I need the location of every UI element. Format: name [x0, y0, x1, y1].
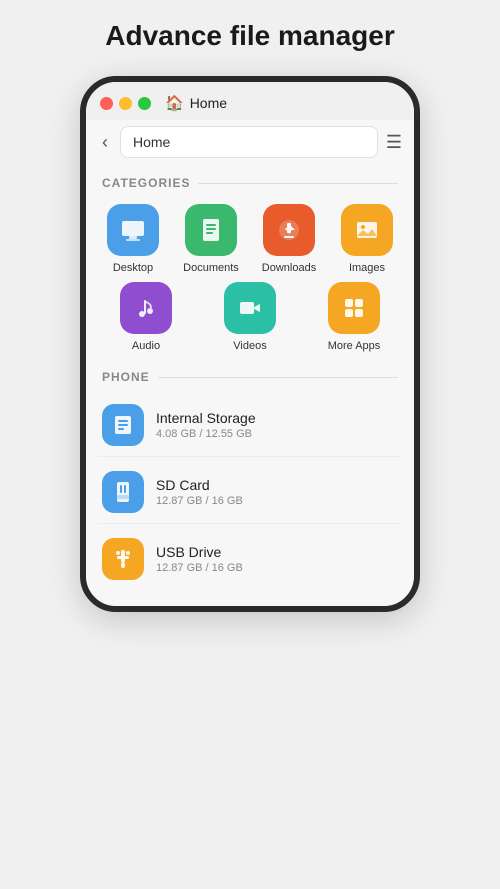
downloads-icon	[263, 204, 315, 256]
documents-icon	[185, 204, 237, 256]
storage-item-sdcard[interactable]: SD Card 12.87 GB / 16 GB	[98, 461, 402, 524]
maximize-button[interactable]	[138, 97, 151, 110]
usb-icon	[102, 538, 144, 580]
usb-size: 12.87 GB / 16 GB	[156, 562, 243, 574]
videos-icon	[224, 282, 276, 334]
home-icon: 🏠	[165, 94, 184, 112]
page-title: Advance file manager	[105, 20, 394, 52]
categories-section-label: CATEGORIES	[86, 166, 414, 196]
sdcard-info: SD Card 12.87 GB / 16 GB	[156, 477, 243, 507]
categories-grid-row2: Audio Videos	[86, 278, 414, 360]
usb-name: USB Drive	[156, 544, 243, 560]
sdcard-icon	[102, 471, 144, 513]
list-view-icon[interactable]: ☰	[386, 132, 402, 153]
internal-storage-info: Internal Storage 4.08 GB / 12.55 GB	[156, 410, 256, 440]
images-label: Images	[349, 262, 385, 274]
search-input[interactable]	[120, 126, 378, 158]
internal-storage-size: 4.08 GB / 12.55 GB	[156, 428, 256, 440]
storage-item-usb[interactable]: USB Drive 12.87 GB / 16 GB	[98, 528, 402, 590]
storage-item-internal[interactable]: Internal Storage 4.08 GB / 12.55 GB	[98, 394, 402, 457]
sdcard-name: SD Card	[156, 477, 243, 493]
sdcard-size: 12.87 GB / 16 GB	[156, 495, 243, 507]
title-bar: 🏠 Home	[86, 82, 414, 120]
category-videos[interactable]: Videos	[202, 282, 298, 352]
internal-storage-icon	[102, 404, 144, 446]
videos-label: Videos	[233, 340, 266, 352]
categories-grid-row1: Desktop Documents	[86, 196, 414, 278]
close-button[interactable]	[100, 97, 113, 110]
category-documents[interactable]: Documents	[176, 204, 246, 274]
moreapps-label: More Apps	[328, 340, 381, 352]
phone-list: Internal Storage 4.08 GB / 12.55 GB	[86, 390, 414, 606]
documents-label: Documents	[183, 262, 239, 274]
titlebar-title: 🏠 Home	[165, 94, 227, 112]
minimize-button[interactable]	[119, 97, 132, 110]
phone-section-label: PHONE	[86, 360, 414, 390]
back-button[interactable]: ‹	[98, 130, 112, 155]
desktop-icon	[107, 204, 159, 256]
audio-icon	[120, 282, 172, 334]
category-moreapps[interactable]: More Apps	[306, 282, 402, 352]
phone-frame: 🏠 Home ‹ ☰ CATEGORIES	[80, 76, 420, 612]
downloads-label: Downloads	[262, 262, 316, 274]
audio-label: Audio	[132, 340, 160, 352]
phone-inner: 🏠 Home ‹ ☰ CATEGORIES	[86, 82, 414, 606]
category-audio[interactable]: Audio	[98, 282, 194, 352]
search-bar-row: ‹ ☰	[86, 120, 414, 166]
images-icon	[341, 204, 393, 256]
category-downloads[interactable]: Downloads	[254, 204, 324, 274]
traffic-lights	[100, 97, 151, 110]
page-wrapper: Advance file manager 🏠 Home ‹ ☰	[0, 20, 500, 612]
desktop-label: Desktop	[113, 262, 153, 274]
category-images[interactable]: Images	[332, 204, 402, 274]
internal-storage-name: Internal Storage	[156, 410, 256, 426]
usb-info: USB Drive 12.87 GB / 16 GB	[156, 544, 243, 574]
moreapps-icon	[328, 282, 380, 334]
category-desktop[interactable]: Desktop	[98, 204, 168, 274]
titlebar-label: Home	[190, 95, 227, 111]
